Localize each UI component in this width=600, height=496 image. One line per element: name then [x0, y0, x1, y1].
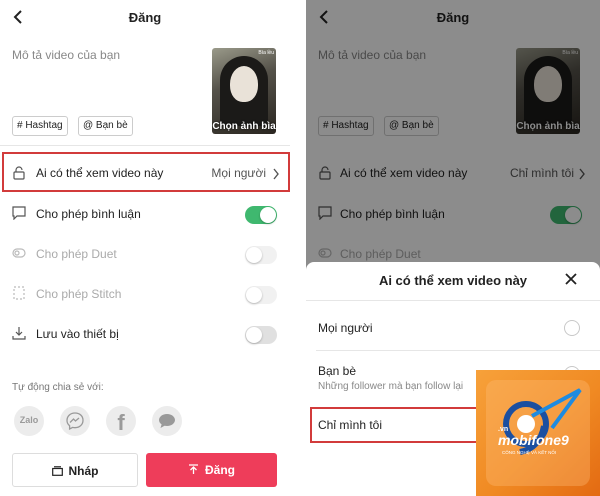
sheet-title: Ai có thể xem video này	[378, 273, 528, 288]
allow-duet-toggle[interactable]	[245, 246, 277, 264]
privacy-row-label: Ai có thể xem video này	[36, 166, 164, 180]
chevron-right-icon	[273, 168, 279, 180]
option-everyone-label: Mọi người	[318, 321, 373, 335]
messenger-icon	[66, 412, 84, 430]
stitch-icon	[13, 286, 25, 300]
share-messenger-button[interactable]	[60, 406, 90, 436]
cover-corner-tag: Bìa lều	[258, 50, 274, 56]
facebook-icon: f	[117, 410, 125, 435]
allow-comments-label: Cho phép bình luận	[36, 207, 141, 221]
post-button-label: Đăng	[205, 463, 235, 477]
cover-thumbnail[interactable]: Bìa lều Chọn ảnh bìa	[212, 48, 276, 134]
allow-stitch-label: Cho phép Stitch	[36, 287, 122, 301]
draft-icon	[51, 466, 63, 476]
lock-icon	[13, 166, 25, 180]
duet-icon	[12, 248, 26, 258]
logo-brand: mobifone9	[498, 432, 569, 448]
option-friends-sub: Những follower mà bạn follow lại	[318, 381, 464, 392]
option-everyone[interactable]: Mọi người	[306, 308, 600, 348]
option-everyone-radio[interactable]	[564, 320, 580, 336]
close-icon[interactable]	[564, 272, 578, 286]
draft-button[interactable]: Nháp	[12, 453, 138, 487]
divider	[0, 145, 290, 146]
choose-cover-label: Chọn ảnh bìa	[212, 121, 276, 132]
post-icon	[189, 464, 198, 474]
allow-duet-label: Cho phép Duet	[36, 247, 117, 261]
privacy-row[interactable]: Ai có thể xem video này Mọi người	[12, 164, 282, 182]
mobifone9-watermark-logo: .vn mobifone9 CÔNG NGHỆ VÀ KẾT NỐI	[476, 370, 600, 496]
post-screen-left: Đăng Mô tả video của bạn Bìa lều Chọn ản…	[0, 0, 290, 496]
download-icon	[12, 327, 26, 340]
save-to-device-toggle[interactable]	[245, 326, 277, 344]
comment-icon	[12, 206, 26, 220]
zalo-icon: Zalo	[19, 415, 39, 425]
hashtag-chip[interactable]: # Hashtag	[12, 116, 68, 136]
cover-image-face	[230, 66, 258, 102]
description-input[interactable]: Mô tả video của bạn	[12, 48, 120, 62]
logo-tagline: CÔNG NGHỆ VÀ KẾT NỐI	[502, 450, 557, 455]
auto-share-label: Tự động chia sẻ với:	[12, 382, 104, 393]
draft-button-label: Nháp	[68, 464, 99, 478]
share-facebook-button[interactable]: f	[106, 406, 136, 436]
divider	[306, 300, 600, 301]
share-zalo-button[interactable]: Zalo	[14, 406, 44, 436]
divider	[316, 350, 600, 351]
save-to-device-label: Lưu vào thiết bị	[36, 327, 119, 341]
privacy-row-value: Mọi người	[211, 166, 266, 180]
message-icon	[159, 414, 175, 428]
allow-comments-toggle[interactable]	[245, 206, 277, 224]
page-title: Đăng	[128, 10, 162, 25]
option-only-me-label: Chỉ mình tôi	[318, 418, 383, 432]
tag-friends-chip[interactable]: @ Bạn bè	[78, 116, 133, 136]
allow-stitch-toggle[interactable]	[245, 286, 277, 304]
option-friends-label: Bạn bè	[318, 364, 357, 378]
post-button[interactable]: Đăng	[146, 453, 277, 487]
share-message-button[interactable]	[152, 406, 182, 436]
